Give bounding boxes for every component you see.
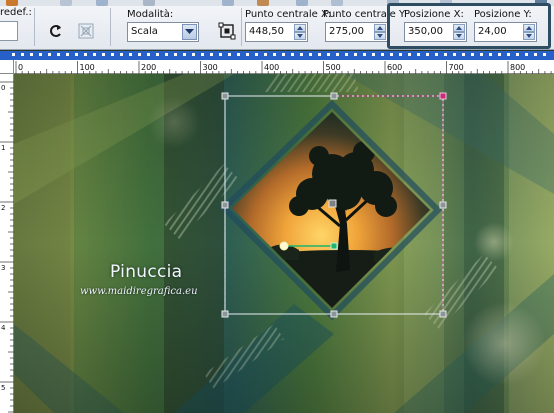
watermark-url: www.maidiregrafica.eu	[80, 286, 198, 297]
mode-select-value: Scala	[131, 26, 158, 37]
ruler-label: 2	[1, 204, 5, 212]
ruler-label: 300	[203, 63, 218, 72]
preset-dropdown[interactable]	[0, 21, 18, 41]
ruler-label: 200	[141, 63, 156, 72]
reset-icon	[78, 23, 94, 39]
tool-icon[interactable]	[6, 0, 18, 6]
ruler-label: 5	[1, 384, 5, 392]
ruler-label: 4	[1, 324, 6, 332]
image-canvas[interactable]: Pinuccia www.maidiregrafica.eu	[14, 74, 554, 413]
ruler-label: 600	[387, 63, 402, 72]
flip-icon	[50, 25, 61, 37]
ruler-label: 3	[1, 264, 5, 272]
tool-icon[interactable]	[96, 0, 108, 6]
mode-select[interactable]: Scala	[127, 22, 199, 42]
ruler-label: 1	[1, 144, 5, 152]
reset-button[interactable]	[74, 20, 98, 42]
watermark-title: Pinuccia	[110, 262, 183, 282]
document-tab-bar	[0, 51, 554, 60]
ruler-label: 100	[80, 63, 95, 72]
flip-button[interactable]	[44, 20, 68, 42]
paint-shop-window: redef.: Modalità: Scala Punto centrale X…	[0, 0, 554, 413]
toolbar-separator	[34, 8, 35, 46]
toolbar-separator	[241, 8, 242, 46]
tool-icon[interactable]	[143, 0, 155, 6]
center-x-input[interactable]: 448,50	[245, 22, 308, 42]
ruler-label: 0	[1, 84, 5, 92]
tool-options-toolbar: redef.: Modalità: Scala Punto centrale X…	[0, 0, 554, 50]
ruler-label: 700	[449, 63, 464, 72]
ruler-label: 800	[510, 63, 525, 72]
center-y-stepper[interactable]	[374, 24, 386, 40]
tool-icon[interactable]	[60, 0, 72, 6]
vertical-ruler[interactable]: 0 1 2 3 4 5	[0, 74, 14, 413]
center-x-label: Punto centrale X:	[245, 9, 332, 20]
pick-mode-button[interactable]	[215, 20, 239, 42]
chevron-down-icon[interactable]	[182, 24, 197, 40]
tool-icon[interactable]	[296, 0, 308, 6]
center-x-stepper[interactable]	[294, 24, 306, 40]
toolbar-separator	[110, 8, 111, 46]
pick-mode-icon	[218, 22, 236, 40]
ruler-label: 400	[264, 63, 279, 72]
ruler-label: 0	[18, 63, 23, 72]
position-fields-highlight	[387, 3, 551, 49]
ruler-corner	[0, 60, 14, 74]
mode-label: Modalità:	[127, 9, 174, 20]
canvas-artwork	[14, 74, 554, 413]
preset-label: redef.:	[0, 7, 32, 18]
tool-icon[interactable]	[222, 0, 234, 6]
center-y-input[interactable]: 275,00	[325, 22, 388, 42]
tool-icon[interactable]	[331, 0, 343, 6]
horizontal-ruler[interactable]: 0 100 200 300 400 500 600 700 800	[14, 60, 554, 75]
center-x-value: 448,50	[249, 26, 284, 37]
ruler-label: 500	[326, 63, 341, 72]
tool-icon[interactable]	[257, 0, 269, 6]
center-y-value: 275,00	[329, 26, 364, 37]
